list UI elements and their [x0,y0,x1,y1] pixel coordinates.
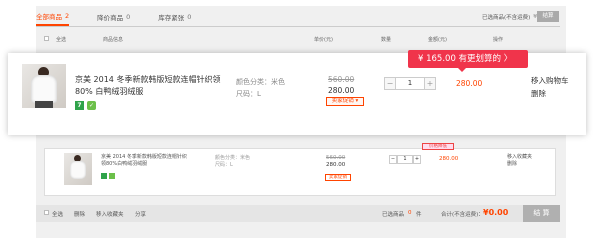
guarantee-icon [109,173,115,179]
tab-low-stock[interactable]: 库存紧张 0 [158,8,191,26]
move-to-favorites-link[interactable]: 移入收藏夹 [507,154,532,161]
sku-size: 尺码：L [236,90,261,98]
settle-button[interactable]: 结 算 [523,205,560,222]
total-amount: ¥0.00 [483,208,509,217]
service-badges: 7 ✓ [75,101,96,110]
selected-count: 0 [408,210,412,216]
tab-all-items[interactable]: 全部商品 2 [36,8,70,26]
quantity-input[interactable]: 1 [397,155,413,164]
settle-button-top[interactable]: 结算 [537,11,559,22]
promo-dropdown[interactable]: 卖家促销 ▾ [326,97,364,106]
select-all-label: 全选 [56,37,67,43]
product-image[interactable] [22,64,66,108]
seven-day-return-icon [101,173,107,179]
product-sku: 颜色分类：米色 尺码：L [215,155,251,168]
tab-price-drop[interactable]: 降价商品 0 [97,8,130,26]
footer-delete[interactable]: 删除 [74,210,85,218]
footer-share[interactable]: 分享 [135,210,146,218]
current-price: 280.00 [328,86,355,95]
table-header: 全选 商品信息 单价(元) 数量 金额(元) 操作 [36,32,560,46]
item-subtotal: 280.00 [456,79,483,88]
quantity-stepper: − 1 + [384,77,436,90]
highlighted-cart-item: 京美 2014 冬季新款韩版短款连帽针织领80% 白鸭绒羽绒服 7 ✓ 颜色分类… [8,50,586,135]
tooltip-arrow [458,68,466,72]
better-deal-tooltip[interactable]: ¥ 165.00 有更划算的 〉 [408,50,528,68]
product-title-link[interactable]: 京美 2014 冬季新款韩版短款连帽针织领80% 白鸭绒羽绒服 [75,74,233,98]
cart-tabs: 全部商品 2 降价商品 0 库存紧张 0 [36,8,219,26]
header-product: 商品信息 [103,37,124,43]
guarantee-icon: ✓ [87,101,96,110]
cart-item-row: 京美 2014 冬季新款韩版短款连帽针织领80%白鸭绒羽绒服 颜色分类：米色 尺… [44,143,556,196]
quantity-stepper: − 1 + [389,155,421,164]
promo-dropdown[interactable]: 卖家促销 [325,174,351,181]
product-title-link[interactable]: 京美 2014 冬季新款韩版短款连帽针织领80%白鸭绒羽绒服 [101,154,187,168]
item-subtotal: 280.00 [439,156,459,162]
unit-price: 560.00 280.00 [326,155,346,168]
sku-color: 颜色分类：米色 [236,78,285,86]
selected-unit: 件 [416,212,422,218]
decrease-button[interactable]: − [384,77,396,90]
decrease-button[interactable]: − [389,155,397,164]
quantity-input[interactable]: 1 [396,77,424,90]
footer-select-all-checkbox[interactable] [44,210,49,217]
increase-button[interactable]: + [424,77,436,90]
product-sku: 颜色分类：米色 尺码：L [236,76,285,100]
unit-price: 560.00 280.00 [328,74,354,96]
price-drop-flag: 价格降低 [422,143,454,150]
seven-day-return-icon: 7 [75,101,84,110]
total-label: 合计(不含运费)： [441,212,484,218]
divider [36,26,560,27]
footer-select-all-label[interactable]: 全选 [52,210,63,218]
delete-link[interactable]: 删除 [507,161,532,168]
header-ops: 操作 [493,37,504,43]
product-image[interactable] [64,153,92,185]
service-badges [101,173,115,179]
original-price: 560.00 [328,75,355,84]
increase-button[interactable]: + [413,155,421,164]
header-subtotal: 金额(元) [428,37,447,43]
item-ops: 移入收藏夹 删除 [507,154,532,168]
move-to-cart-link[interactable]: 移入购物车 [531,74,569,87]
cart-footer: 全选 删除 移入收藏夹 分享 已选商品 0 件 合计(不含运费)： ¥0.00 [36,205,560,222]
delete-link[interactable]: 删除 [531,87,569,100]
header-quantity: 数量 [381,37,392,43]
header-unit-price: 单价(元) [314,37,333,43]
item-ops: 移入购物车 删除 [531,74,569,100]
select-all-checkbox[interactable] [44,36,49,43]
selected-count-label: 已选商品 [382,212,405,218]
footer-move-to-favorites[interactable]: 移入收藏夹 [96,210,124,218]
